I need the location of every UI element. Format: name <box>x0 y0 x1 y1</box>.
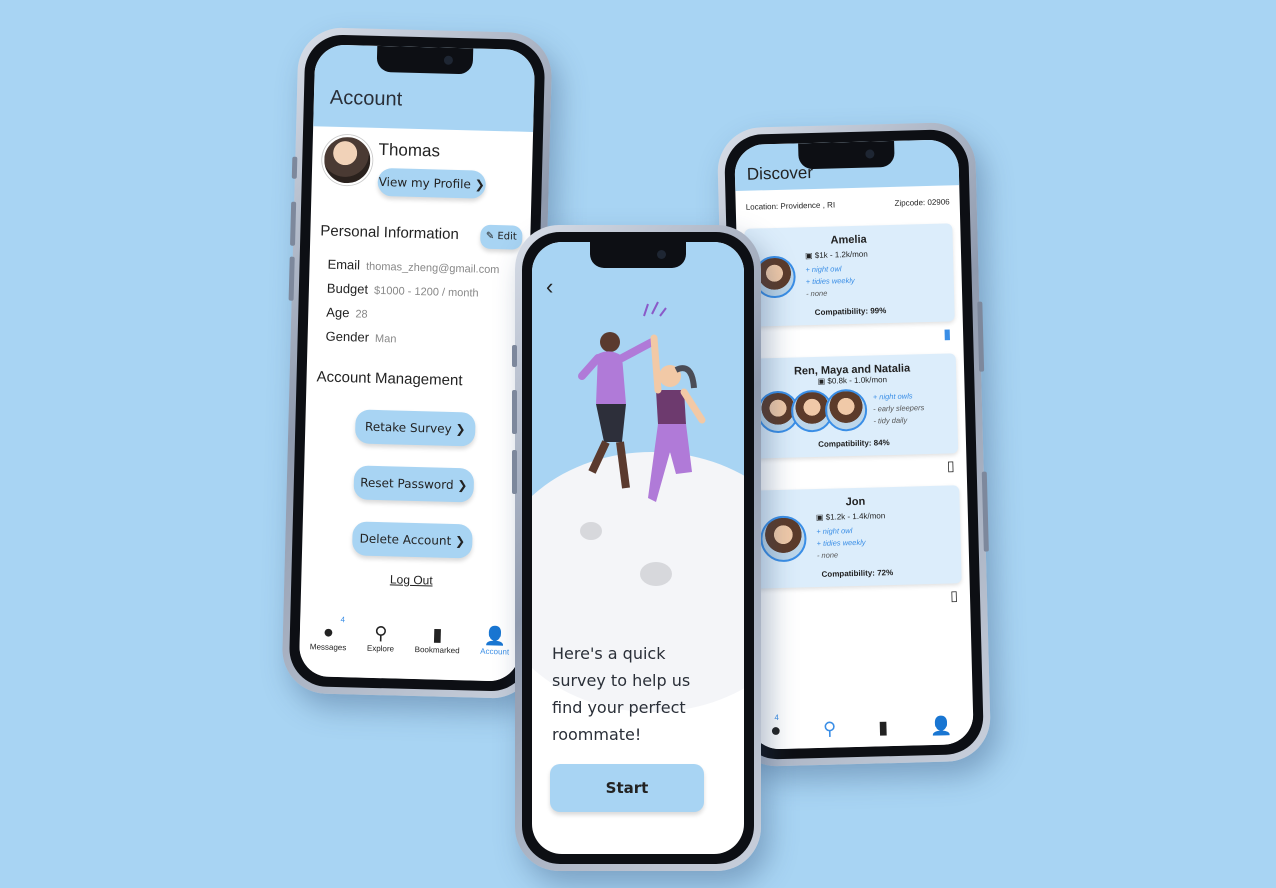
tab-explore[interactable]: ⚲ Explore <box>367 622 395 654</box>
back-icon[interactable]: ‹ <box>546 274 553 300</box>
logout-link[interactable]: Log Out <box>301 570 521 590</box>
delete-account-button[interactable]: Delete Account ❯ <box>351 521 473 559</box>
bookmark-icon: ▮ <box>877 717 889 738</box>
tab-label: Account <box>480 646 510 657</box>
tab-explore[interactable]: ⚲ <box>823 718 837 740</box>
tab-bar: ● 4 Messages ⚲ Explore ▮ Bookmarked 👤 Ac… <box>298 612 521 682</box>
tab-account[interactable]: 👤 Account <box>480 625 510 657</box>
page-title: Account <box>329 86 403 111</box>
messages-badge: 4 <box>774 713 780 723</box>
tab-account[interactable]: 👤 <box>930 715 953 738</box>
tab-bookmarked[interactable]: ▮ Bookmarked <box>414 623 461 656</box>
retake-survey-button[interactable]: Retake Survey ❯ <box>354 409 476 447</box>
avatar <box>824 388 868 432</box>
edit-button[interactable]: ✎ Edit <box>480 224 523 250</box>
survey-screen: ‹ Here's a quick survey to help us find … <box>532 242 744 854</box>
tab-label: Explore <box>366 643 395 654</box>
reset-password-button[interactable]: Reset Password ❯ <box>353 465 475 503</box>
person-icon: 👤 <box>483 625 507 647</box>
search-icon: ⚲ <box>822 718 837 739</box>
location-row: Location: Providence , RI Zipcode: 02906 <box>735 185 960 223</box>
survey-intro-text: Here's a quick survey to help us find yo… <box>552 644 691 744</box>
user-name: Thomas <box>378 139 441 161</box>
view-profile-button[interactable]: View my Profile ❯ <box>377 167 487 199</box>
tab-label: Messages <box>309 642 347 653</box>
discover-screen: Discover Location: Providence , RI Zipco… <box>734 139 974 750</box>
budget-text: ▣ $1.2k - 1.4k/mon <box>815 511 886 523</box>
match-card[interactable]: Amelia ▣ $1k - 1.2k/mon + night owl + ti… <box>744 223 955 327</box>
chat-bubble-icon: ● <box>770 720 782 741</box>
location-text: Location: Providence , RI <box>745 200 836 212</box>
survey-phone: ‹ Here's a quick survey to help us find … <box>512 225 761 871</box>
account-management-title: Account Management <box>316 368 463 390</box>
search-icon: ⚲ <box>374 622 388 644</box>
budget-text: ▣ $1k - 1.2k/mon <box>804 249 868 261</box>
messages-badge: 4 <box>340 615 346 625</box>
gender-row: Gender Man <box>325 328 397 346</box>
person-icon: 👤 <box>929 715 953 737</box>
tab-messages[interactable]: ● 4 Messages <box>309 615 347 653</box>
trait: - none <box>816 550 839 561</box>
trait: - tidy daily <box>873 415 908 426</box>
tab-bar: ● 4 ⚲ ▮ 👤 <box>749 709 974 750</box>
bookmark-icon: ▮ <box>432 624 443 645</box>
account-screen: Account Thomas View my Profile ❯ Persona… <box>298 44 536 682</box>
friends-illustration <box>578 301 706 502</box>
start-button[interactable]: Start <box>550 764 704 812</box>
match-card[interactable]: Ren, Maya and Natalia ▣ $0.8k - 1.0k/mon… <box>747 353 959 459</box>
trait: - early sleepers <box>872 403 925 414</box>
trait: - none <box>805 288 828 299</box>
avatar <box>759 514 808 562</box>
personal-info-list: Email thomas_zheng@gmail.com Budget $1000 … <box>307 250 530 358</box>
avatar[interactable] <box>321 134 373 186</box>
tab-messages[interactable]: ● 4 <box>770 713 782 741</box>
tab-bookmarked[interactable]: ▮ <box>878 716 888 738</box>
tab-label: Bookmarked <box>414 645 460 656</box>
match-card[interactable]: Jon ▣ $1.2k - 1.4k/mon + night owl + tid… <box>751 485 962 589</box>
zipcode-text: Zipcode: 02906 <box>894 197 950 208</box>
